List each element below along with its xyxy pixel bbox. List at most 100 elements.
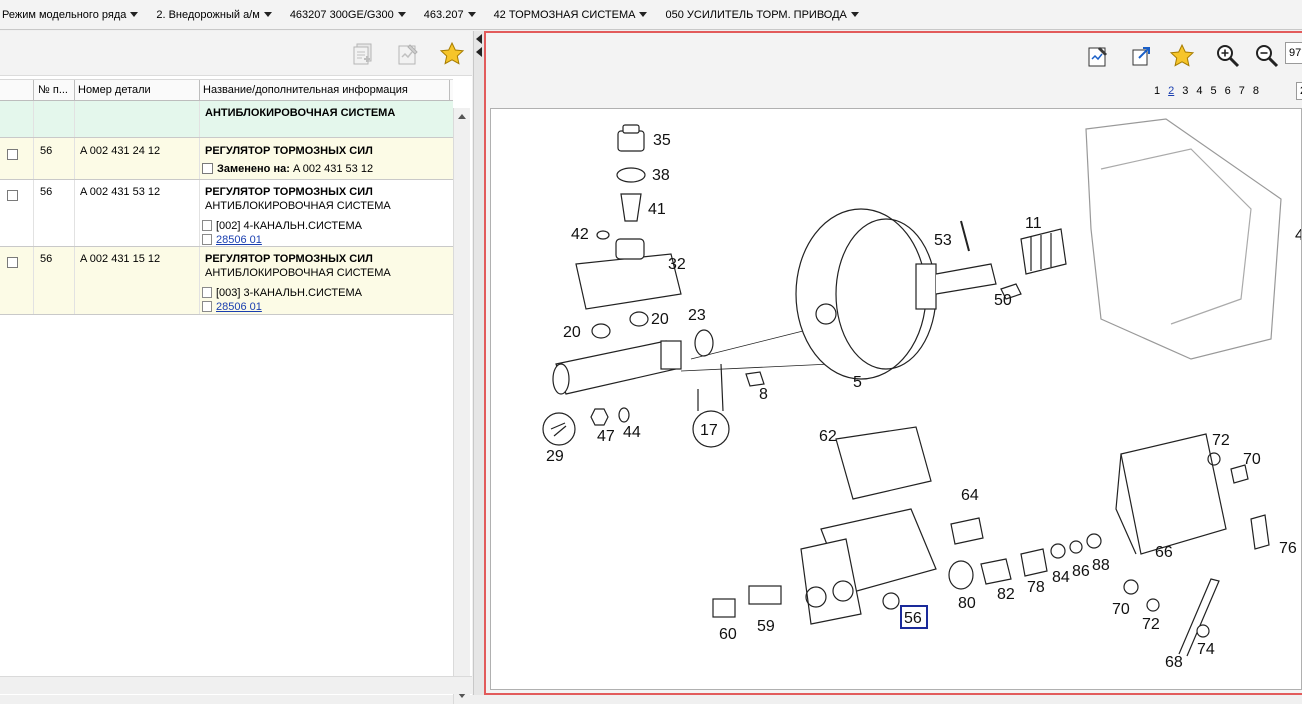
part-label-62[interactable]: 62 — [819, 428, 837, 445]
favorite-star-icon[interactable] — [1167, 41, 1197, 71]
part-label-5[interactable]: 5 — [853, 374, 862, 391]
page-link[interactable]: 3 — [1182, 85, 1188, 97]
collapse-left-icon[interactable] — [476, 47, 482, 57]
part-label-72b[interactable]: 72 — [1142, 616, 1160, 633]
part-label-60[interactable]: 60 — [719, 626, 737, 643]
page-link[interactable]: 4 — [1196, 85, 1202, 97]
edit-doc-icon[interactable] — [393, 39, 423, 69]
diagram-toolbar: 97° — [486, 33, 1302, 77]
part-label-42[interactable]: 42 — [571, 226, 589, 243]
part-label-17[interactable]: 17 — [700, 422, 718, 439]
zoom-in-icon[interactable] — [1213, 41, 1243, 71]
part-label-50[interactable]: 50 — [994, 292, 1012, 309]
row-part-name: РЕГУЛЯТОР ТОРМОЗНЫХ СИЛ — [205, 145, 373, 157]
part-label-70b[interactable]: 70 — [1112, 601, 1130, 618]
breadcrumb-label: 463.207 — [423, 8, 464, 21]
breadcrumb-item-type[interactable]: 463.207 — [424, 9, 476, 21]
chevron-down-icon[interactable] — [850, 12, 859, 17]
breadcrumb-item-group[interactable]: 42 ТОРМОЗНАЯ СИСТЕМА — [494, 9, 648, 21]
table-row[interactable]: 56 A 002 431 15 12 РЕГУЛЯТОР ТОРМОЗНЫХ С… — [0, 247, 453, 315]
chevron-down-icon[interactable] — [397, 12, 406, 17]
group-title: АНТИБЛОКИРОВОЧНАЯ СИСТЕМА — [205, 107, 396, 119]
part-label-84[interactable]: 84 — [1052, 569, 1070, 586]
part-label-86[interactable]: 86 — [1072, 563, 1090, 580]
table-row[interactable]: 56 A 002 431 24 12 РЕГУЛЯТОР ТОРМОЗНЫХ С… — [0, 138, 453, 180]
edit-doc-icon[interactable] — [1083, 41, 1113, 71]
collapse-left-icon[interactable] — [476, 34, 482, 44]
part-label-82[interactable]: 82 — [997, 586, 1015, 603]
page-link[interactable]: 1 — [1154, 85, 1160, 97]
breadcrumb-item-model[interactable]: 463207 300GE/G300 — [290, 9, 406, 21]
page-link[interactable]: 5 — [1211, 85, 1217, 97]
part-label-53[interactable]: 53 — [934, 232, 952, 249]
part-label-4[interactable]: 4 — [1295, 227, 1302, 244]
part-label-11[interactable]: 11 — [1025, 215, 1042, 232]
scroll-up-icon[interactable] — [458, 114, 466, 119]
breadcrumb-label: 463207 300GE/G300 — [289, 8, 394, 21]
breadcrumb-item-vehicle-class[interactable]: 2. Внедорожный а/м — [156, 9, 272, 21]
zoom-level-input[interactable]: 97° — [1285, 42, 1302, 64]
page-link[interactable]: 8 — [1253, 85, 1259, 97]
part-label-68[interactable]: 68 — [1165, 654, 1183, 671]
column-header-part-number[interactable]: Номер детали — [78, 84, 151, 96]
part-label-80[interactable]: 80 — [958, 595, 976, 612]
replacement-checkbox[interactable] — [202, 163, 213, 174]
part-label-20b[interactable]: 20 — [651, 311, 669, 328]
page-link-current[interactable]: 2 — [1168, 85, 1174, 97]
export-icon[interactable] — [1127, 41, 1157, 71]
copy-doc-icon[interactable] — [348, 39, 378, 69]
row-link[interactable]: 28506 01 — [202, 234, 262, 246]
parts-list-vertical-scrollbar[interactable] — [453, 108, 470, 704]
part-label-47[interactable]: 47 — [597, 428, 615, 445]
row-checkbox[interactable] — [7, 190, 18, 201]
parts-list-pane: № п... Номер детали Название/дополнитель… — [0, 31, 472, 704]
part-label-74[interactable]: 74 — [1197, 641, 1215, 658]
part-label-70a[interactable]: 70 — [1243, 451, 1261, 468]
part-label-76[interactable]: 76 — [1279, 540, 1297, 557]
diagram-svg: 35 38 41 42 32 20 20 23 29 47 44 17 8 5 … — [542, 118, 1302, 671]
part-label-56[interactable]: 56 — [904, 610, 922, 627]
row-part-name: РЕГУЛЯТОР ТОРМОЗНЫХ СИЛ — [205, 186, 373, 198]
part-label-23[interactable]: 23 — [688, 307, 706, 324]
chevron-down-icon[interactable] — [130, 12, 139, 17]
chevron-down-icon[interactable] — [263, 12, 272, 17]
part-label-32[interactable]: 32 — [668, 256, 686, 273]
table-row[interactable]: 56 A 002 431 53 12 РЕГУЛЯТОР ТОРМОЗНЫХ С… — [0, 180, 453, 247]
part-label-72a[interactable]: 72 — [1212, 432, 1230, 449]
row-part-number: A 002 431 24 12 — [80, 145, 161, 157]
page-link[interactable]: 6 — [1225, 85, 1231, 97]
page-link[interactable]: 7 — [1239, 85, 1245, 97]
part-label-88[interactable]: 88 — [1092, 557, 1110, 574]
document-icon — [202, 301, 212, 312]
part-label-38[interactable]: 38 — [652, 167, 670, 184]
column-header-name[interactable]: Название/дополнительная информация — [203, 84, 408, 96]
breadcrumb-item-model-mode[interactable]: Режим модельного ряда — [2, 9, 139, 21]
zoom-out-icon[interactable] — [1252, 41, 1282, 71]
part-label-78[interactable]: 78 — [1027, 579, 1045, 596]
row-link-text[interactable]: 28506 01 — [216, 234, 262, 246]
parts-list-horizontal-scrollbar[interactable] — [0, 676, 472, 694]
diagram-pager: 12345678 — [1154, 85, 1267, 97]
part-label-35[interactable]: 35 — [653, 132, 671, 149]
favorite-star-icon[interactable] — [437, 39, 467, 69]
part-label-41[interactable]: 41 — [648, 201, 666, 218]
part-label-66[interactable]: 66 — [1155, 544, 1173, 561]
row-link-text[interactable]: 28506 01 — [216, 301, 262, 313]
part-label-29[interactable]: 29 — [546, 448, 564, 465]
column-header-pos[interactable]: № п... — [38, 84, 68, 96]
part-label-8[interactable]: 8 — [759, 386, 768, 403]
replacement-info: Заменено на: A 002 431 53 12 — [217, 163, 373, 175]
row-checkbox[interactable] — [7, 149, 18, 160]
part-label-64[interactable]: 64 — [961, 487, 979, 504]
chevron-down-icon[interactable] — [467, 12, 476, 17]
exploded-parts-diagram[interactable]: 35 38 41 42 32 20 20 23 29 47 44 17 8 5 … — [490, 108, 1302, 690]
row-checkbox[interactable] — [7, 257, 18, 268]
breadcrumb-item-subgroup[interactable]: 050 УСИЛИТЕЛЬ ТОРМ. ПРИВОДА — [665, 9, 859, 21]
part-label-44[interactable]: 44 — [623, 424, 641, 441]
part-label-20a[interactable]: 20 — [563, 324, 581, 341]
part-label-59[interactable]: 59 — [757, 618, 775, 635]
pane-splitter[interactable] — [473, 31, 484, 695]
chevron-down-icon[interactable] — [639, 12, 648, 17]
page-number-input[interactable]: 2 — [1296, 82, 1302, 100]
row-link[interactable]: 28506 01 — [202, 301, 262, 313]
